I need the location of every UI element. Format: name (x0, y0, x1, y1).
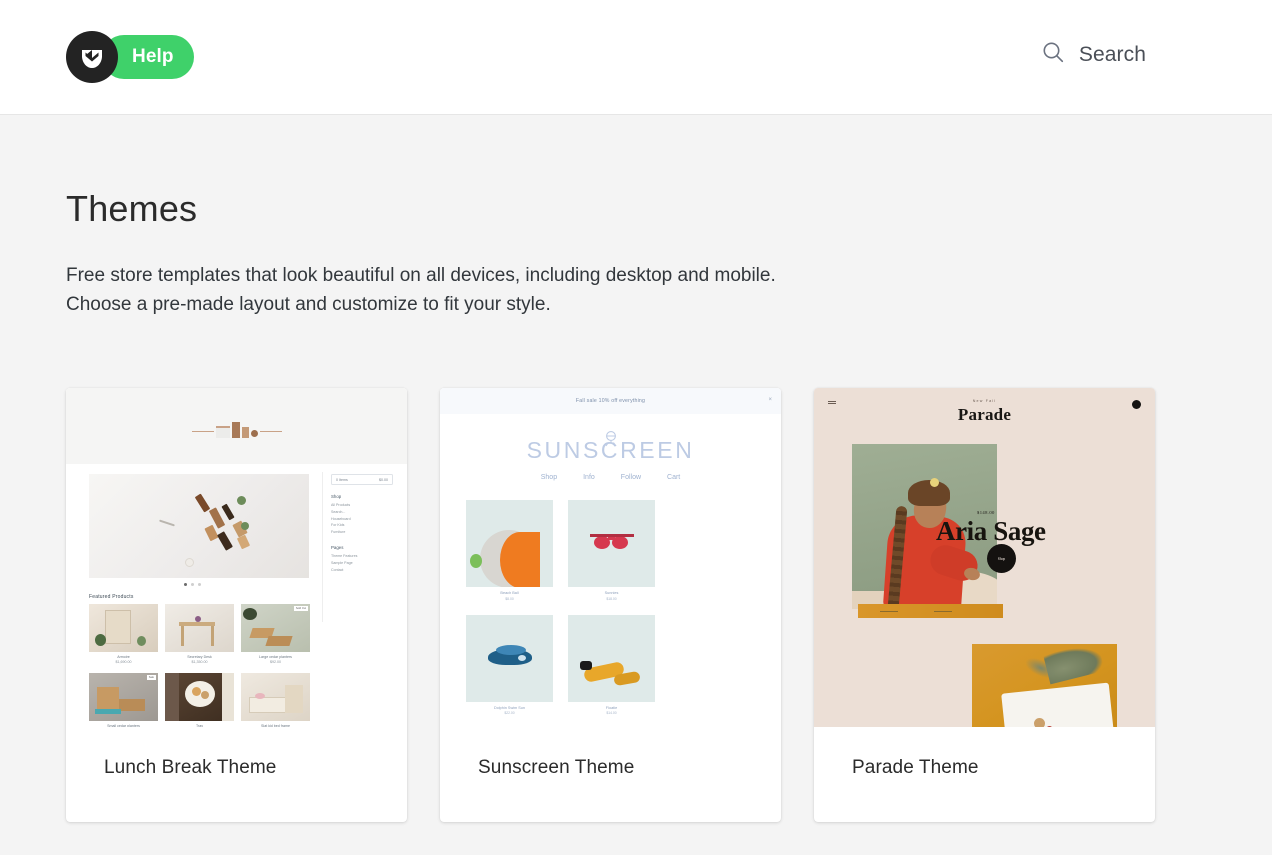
sc-nav-item[interactable]: Cart (667, 474, 680, 481)
sc-promo-text: Fall sale 10% off everything (575, 398, 646, 404)
pd-product-price: $148.00 (977, 510, 995, 515)
sc-product-item[interactable]: Floatie $14.00 (568, 614, 655, 715)
cart-dot-icon[interactable] (1132, 400, 1141, 409)
lb-body: Featured Products Armoire $1,690.00 Secr… (66, 464, 407, 727)
pd-shop-label: Shop (997, 556, 1006, 561)
lb-product-item[interactable]: Tray $38.00 (165, 672, 234, 727)
lb-product-badge: Sale (146, 674, 156, 680)
sc-nav: Shop Info Follow Cart (541, 474, 681, 481)
lb-product-item[interactable]: Armoire $1,690.00 (89, 604, 158, 666)
sc-product-item[interactable]: Sunnies $18.00 (568, 500, 655, 601)
lb-product-item[interactable]: Slat kid bed frame $780.00 (241, 672, 310, 727)
sc-nav-item[interactable]: Shop (541, 474, 557, 481)
lb-product-name: Tray (195, 723, 204, 727)
search-icon (1041, 40, 1065, 69)
lb-shop-link[interactable]: All Products (331, 502, 393, 509)
sc-product-item[interactable]: Dolphin Swim Sun $22.00 (466, 614, 553, 715)
sc-product-name: Beach Ball (500, 591, 519, 595)
sc-wordmark: SUNSCREEN (526, 437, 695, 463)
lb-shop-heading: Shop (331, 494, 342, 499)
lb-cart-label: 0 Items (336, 477, 348, 482)
sc-nav-item[interactable]: Follow (621, 474, 641, 481)
lb-sidebar: 0 Items $0.00 Shop All Products Search..… (331, 474, 393, 574)
lb-product-name: Small cedar planters (107, 723, 140, 727)
theme-preview-sunscreen: Fall sale 10% off everything × SUNSCREEN (440, 388, 781, 727)
lb-product-item[interactable]: Secretary Desk $1,350.00 (165, 604, 234, 666)
brand-cluster: Help (66, 31, 194, 83)
lb-sidebar-divider (322, 472, 323, 622)
lb-featured-heading: Featured Products (89, 594, 134, 600)
lb-shop-link[interactable]: Search... (331, 509, 393, 516)
lb-product-item[interactable]: Sold Out Large cedar planters $92.00 (241, 604, 310, 666)
page-title: Themes (66, 188, 198, 229)
theme-preview-parade: New Fall Parade $148.00 Aria Sage Shop (814, 388, 1155, 727)
sc-product-price: $8.00 (505, 596, 514, 601)
page-description: Free store templates that look beautiful… (66, 265, 776, 316)
shield-logo-icon[interactable] (66, 31, 118, 83)
lb-product-name: Slat kid bed frame (261, 723, 290, 727)
theme-card-lunch-break[interactable]: Featured Products Armoire $1,690.00 Secr… (66, 388, 407, 822)
lb-product-item[interactable]: Sale Small cedar planters $54.00 (89, 672, 158, 727)
pd-secondary-strip (858, 604, 1003, 618)
sc-promo-banner: Fall sale 10% off everything (440, 388, 781, 414)
close-icon[interactable]: × (768, 397, 772, 403)
pd-shop-button[interactable]: Shop (987, 544, 1016, 573)
theme-card-title: Parade Theme (852, 757, 979, 778)
sc-product-name: Floatie (605, 705, 618, 710)
theme-card-parade[interactable]: New Fall Parade $148.00 Aria Sage Shop P… (814, 388, 1155, 822)
lb-product-badge: Sold Out (293, 606, 308, 611)
sc-product-name: Sunnies (604, 591, 619, 595)
lb-hero-slideshow[interactable] (89, 474, 309, 578)
sc-product-price: $22.00 (504, 711, 515, 715)
lb-slideshow-dots[interactable] (184, 583, 201, 586)
sc-product-price: $18.00 (606, 596, 617, 601)
lb-shop-link[interactable]: Furniture (331, 529, 393, 536)
pd-logo: Parade (957, 405, 1012, 424)
help-button-label: Help (132, 46, 174, 67)
sc-nav-item[interactable]: Info (583, 474, 595, 481)
pd-eyebrow: New Fall (972, 399, 997, 403)
lb-store-logo-icon (191, 422, 282, 438)
top-header-bar: Help Search (0, 0, 1272, 115)
lb-product-price: $1,690.00 (115, 660, 132, 665)
lb-product-price: $92.00 (270, 660, 281, 665)
lb-hero-band (66, 388, 407, 464)
search-button[interactable]: Search (1041, 40, 1146, 69)
pd-secondary-image (972, 644, 1117, 727)
page-content: Themes Free store templates that look be… (0, 115, 1272, 855)
theme-card-title: Sunscreen Theme (478, 757, 635, 778)
lb-pages-heading: Pages (331, 545, 344, 551)
theme-preview-lunch-break: Featured Products Armoire $1,690.00 Secr… (66, 388, 407, 727)
lb-page-link[interactable]: Sample Page (331, 560, 393, 567)
lb-shop-link[interactable]: For Kids (331, 522, 393, 529)
hamburger-menu-icon[interactable] (828, 401, 836, 406)
sc-product-item[interactable]: Beach Ball $8.00 (466, 500, 553, 601)
lb-product-price: $1,350.00 (191, 660, 208, 665)
pd-product-name: Aria Sage (936, 516, 1046, 546)
sc-product-price: $14.00 (606, 711, 617, 715)
sc-product-grid: Beach Ball $8.00 Sunnies $18.00 Dolphin … (466, 500, 756, 727)
theme-card-sunscreen[interactable]: Fall sale 10% off everything × SUNSCREEN (440, 388, 781, 822)
lb-page-link[interactable]: Theme Features (331, 553, 393, 560)
lb-cart-total: $0.00 (379, 477, 388, 482)
lb-page-link[interactable]: Contact (331, 567, 393, 574)
themes-grid: Featured Products Armoire $1,690.00 Secr… (66, 388, 1155, 822)
sc-product-name: Dolphin Swim Sun (493, 705, 526, 710)
lb-shop-link[interactable]: Houseboard (331, 516, 393, 523)
lb-cart-button[interactable]: 0 Items $0.00 (331, 474, 393, 485)
search-label: Search (1078, 42, 1146, 66)
theme-card-title: Lunch Break Theme (104, 757, 277, 778)
lb-product-grid: Armoire $1,690.00 Secretary Desk $1,350.… (89, 604, 311, 727)
